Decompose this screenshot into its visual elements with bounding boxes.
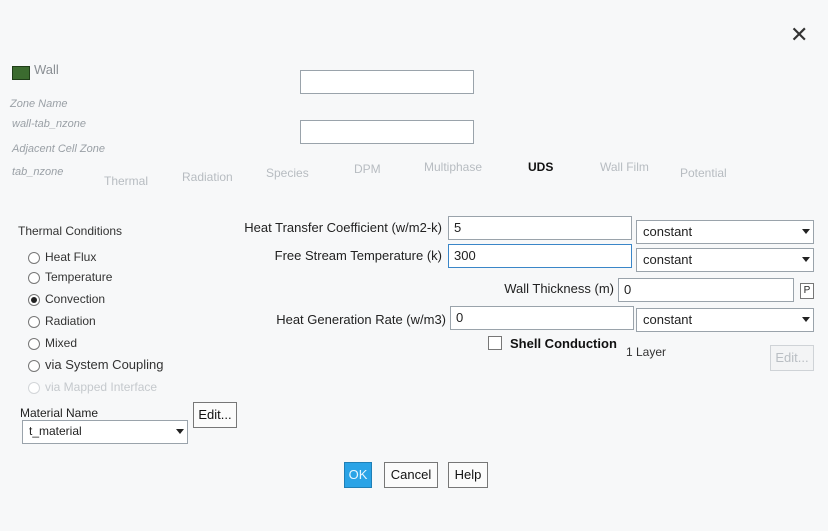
thermal-conditions-title: Thermal Conditions: [18, 224, 123, 238]
chevron-down-icon: [176, 429, 184, 434]
wall-icon: [12, 66, 30, 80]
heat-transfer-coefficient-method[interactable]: constant: [636, 220, 814, 244]
method-value: constant: [643, 224, 693, 239]
radio-label: Radiation: [45, 314, 96, 328]
heat-transfer-coefficient-label: Heat Transfer Coefficient (w/m2-k): [244, 220, 442, 235]
radio-button[interactable]: [28, 359, 40, 372]
radio-label: Mixed: [45, 336, 78, 350]
radio-button: [28, 381, 40, 394]
radio-temperature[interactable]: Temperature: [28, 270, 112, 284]
layers-edit-button[interactable]: Edit...: [770, 345, 814, 371]
method-value: constant: [643, 312, 693, 327]
free-stream-temperature-method[interactable]: constant: [636, 248, 814, 272]
radio-button-selected[interactable]: [28, 293, 40, 306]
tab-species[interactable]: Species: [266, 166, 309, 180]
heat-generation-rate-label: Heat Generation Rate (w/m3): [276, 312, 446, 327]
material-edit-button[interactable]: Edit...: [193, 402, 237, 428]
parameter-button[interactable]: P: [800, 283, 814, 299]
heat-generation-rate-method[interactable]: constant: [636, 308, 814, 332]
close-icon[interactable]: ✕: [790, 24, 808, 46]
material-name-value: t_material: [29, 424, 82, 438]
shell-conduction-checkbox[interactable]: [488, 336, 502, 350]
ok-button[interactable]: OK: [344, 462, 372, 488]
radio-button[interactable]: [28, 251, 40, 264]
radio-label: Heat Flux: [45, 250, 97, 264]
radio-via-mapped-interface: via Mapped Interface: [28, 380, 157, 394]
help-button[interactable]: Help: [448, 462, 488, 488]
adjacent-cell-zone-label: Adjacent Cell Zone: [12, 143, 105, 155]
zone-name-label: Zone Name: [10, 98, 68, 110]
radio-label: via Mapped Interface: [45, 380, 158, 394]
radio-label: Temperature: [45, 270, 113, 284]
tab-multiphase[interactable]: Multiphase: [424, 160, 482, 174]
tab-uds[interactable]: UDS: [528, 160, 553, 174]
heat-generation-rate-input[interactable]: 0: [450, 306, 634, 330]
adjacent-cell-zone-input[interactable]: [300, 120, 474, 144]
free-stream-temperature-input[interactable]: 300: [448, 244, 632, 268]
wall-thickness-input[interactable]: 0: [618, 278, 794, 302]
radio-convection[interactable]: Convection: [28, 292, 105, 306]
chevron-down-icon: [802, 317, 810, 322]
heat-transfer-coefficient-input[interactable]: 5: [448, 216, 632, 240]
wall-thickness-label: Wall Thickness (m): [504, 281, 614, 296]
layers-text: 1 Layer: [626, 345, 667, 359]
chevron-down-icon: [802, 229, 810, 234]
radio-button[interactable]: [28, 337, 40, 350]
material-name-label: Material Name: [20, 406, 99, 420]
chevron-down-icon: [802, 257, 810, 262]
radio-via-system-coupling[interactable]: via System Coupling: [28, 357, 164, 372]
free-stream-temperature-label: Free Stream Temperature (k): [274, 248, 442, 263]
cancel-button[interactable]: Cancel: [384, 462, 438, 488]
tab-dpm[interactable]: DPM: [354, 162, 381, 176]
zone-name-value: wall-tab_nzone: [12, 118, 86, 130]
radio-heat-flux[interactable]: Heat Flux: [28, 250, 96, 264]
tab-wall-film[interactable]: Wall Film: [600, 160, 649, 174]
zone-name-input[interactable]: [300, 70, 474, 94]
radio-radiation[interactable]: Radiation: [28, 314, 96, 328]
radio-button[interactable]: [28, 271, 40, 284]
radio-label: Convection: [45, 292, 106, 306]
wall-dialog: ✕ Wall Zone Name wall-tab_nzone Adjacent…: [0, 0, 828, 531]
method-value: constant: [643, 252, 693, 267]
material-name-select[interactable]: t_material: [22, 420, 188, 444]
radio-mixed[interactable]: Mixed: [28, 336, 77, 350]
shell-conduction-label: Shell Conduction: [510, 336, 617, 351]
dialog-title: Wall: [34, 62, 59, 77]
tab-potential[interactable]: Potential: [680, 166, 727, 180]
adjacent-cell-zone-value: tab_nzone: [12, 166, 64, 178]
radio-label: via System Coupling: [45, 357, 164, 372]
tab-radiation[interactable]: Radiation: [182, 170, 233, 184]
tab-thermal[interactable]: Thermal: [104, 174, 148, 188]
radio-button[interactable]: [28, 315, 40, 328]
